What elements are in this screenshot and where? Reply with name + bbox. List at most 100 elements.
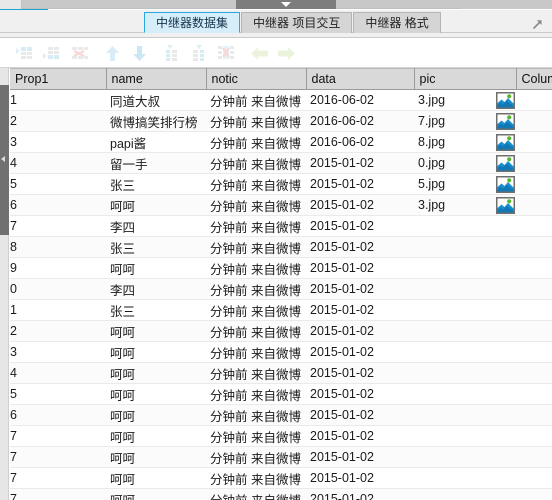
cell-data[interactable]: 2015-01-02 xyxy=(306,215,414,237)
cell-column6[interactable] xyxy=(516,173,552,195)
cell-notic[interactable]: 分钟前 来自微博 xyxy=(206,131,306,153)
cell-data[interactable]: 2016-06-02 xyxy=(306,89,414,111)
cell-prop1[interactable]: 3 xyxy=(10,341,106,363)
table-row[interactable]: 4 留一手 分钟前 来自微博 2015-01-02 0.jpg xyxy=(10,152,552,174)
table-row[interactable]: 1 张三 分钟前 来自微博 2015-01-02 xyxy=(10,299,552,321)
cell-prop1[interactable]: 5 xyxy=(10,383,106,405)
image-thumbnail-icon[interactable] xyxy=(496,92,515,110)
cell-name[interactable]: 张三 xyxy=(106,299,206,321)
cell-name[interactable]: 同道大叔 xyxy=(106,89,206,111)
cell-column6[interactable] xyxy=(516,362,552,384)
cell-pic[interactable] xyxy=(414,488,516,500)
cell-notic[interactable]: 分钟前 来自微博 xyxy=(206,89,306,111)
cell-name[interactable]: 呵呵 xyxy=(106,257,206,279)
cell-column6[interactable] xyxy=(516,278,552,300)
cell-notic[interactable]: 分钟前 来自微博 xyxy=(206,467,306,489)
cell-name[interactable]: 呵呵 xyxy=(106,383,206,405)
insert-row-icon[interactable] xyxy=(40,42,64,64)
table-row[interactable]: 3 papi酱 分钟前 来自微博 2016-06-02 8.jpg xyxy=(10,131,552,153)
cell-prop1[interactable]: 7 xyxy=(10,446,106,468)
table-row[interactable]: 5 呵呵 分钟前 来自微博 2015-01-02 xyxy=(10,383,552,405)
cell-column6[interactable] xyxy=(516,194,552,216)
add-column-icon[interactable] xyxy=(160,42,184,64)
cell-data[interactable]: 2015-01-02 xyxy=(306,341,414,363)
cell-pic[interactable]: 3.jpg xyxy=(414,194,516,216)
cell-name[interactable]: 李四 xyxy=(106,215,206,237)
cell-column6[interactable] xyxy=(516,299,552,321)
cell-pic[interactable]: 3.jpg xyxy=(414,89,516,111)
cell-data[interactable]: 2015-01-02 xyxy=(306,425,414,447)
cell-notic[interactable]: 分钟前 来自微博 xyxy=(206,488,306,500)
move-column-right-icon[interactable] xyxy=(274,42,298,64)
cell-column6[interactable] xyxy=(516,320,552,342)
cell-notic[interactable]: 分钟前 来自微博 xyxy=(206,278,306,300)
image-thumbnail-icon[interactable] xyxy=(496,197,515,215)
cell-prop1[interactable]: 7 xyxy=(10,488,106,500)
cell-pic[interactable]: 8.jpg xyxy=(414,131,516,153)
insert-column-icon[interactable] xyxy=(187,42,211,64)
image-thumbnail-icon[interactable] xyxy=(496,113,515,131)
cell-name[interactable]: 呵呵 xyxy=(106,194,206,216)
cell-prop1[interactable]: 9 xyxy=(10,257,106,279)
table-row[interactable]: 7呵呵分钟前 来自微博2015-01-02 xyxy=(10,488,552,500)
cell-notic[interactable]: 分钟前 来自微博 xyxy=(206,341,306,363)
cell-pic[interactable] xyxy=(414,215,516,237)
cell-pic[interactable] xyxy=(414,362,516,384)
cell-data[interactable]: 2015-01-02 xyxy=(306,236,414,258)
table-row[interactable]: 8 张三 分钟前 来自微博 2015-01-02 xyxy=(10,236,552,258)
cell-notic[interactable]: 分钟前 来自微博 xyxy=(206,383,306,405)
cell-data[interactable]: 2016-06-02 xyxy=(306,110,414,132)
cell-name[interactable]: 张三 xyxy=(106,173,206,195)
cell-column6[interactable] xyxy=(516,488,552,500)
cell-data[interactable]: 2015-01-02 xyxy=(306,299,414,321)
vertical-scrollbar[interactable] xyxy=(0,68,9,500)
cell-pic[interactable] xyxy=(414,446,516,468)
cell-notic[interactable]: 分钟前 来自微博 xyxy=(206,299,306,321)
cell-data[interactable]: 2015-01-02 xyxy=(306,320,414,342)
cell-prop1[interactable]: 7 xyxy=(10,215,106,237)
move-row-up-icon[interactable] xyxy=(100,42,124,64)
cell-data[interactable]: 2015-01-02 xyxy=(306,467,414,489)
cell-column6[interactable] xyxy=(516,131,552,153)
cell-notic[interactable]: 分钟前 来自微博 xyxy=(206,446,306,468)
cell-name[interactable]: 呵呵 xyxy=(106,425,206,447)
cell-pic[interactable] xyxy=(414,404,516,426)
table-row[interactable]: 2 微博搞笑排行榜 分钟前 来自微博 2016-06-02 7.jpg xyxy=(10,110,552,132)
repeater-dataset-table-container[interactable]: Prop1 name notic data pic Colum 1同道大叔分钟前… xyxy=(10,68,552,500)
cell-data[interactable]: 2015-01-02 xyxy=(306,152,414,174)
cell-prop1[interactable]: 8 xyxy=(10,236,106,258)
table-row[interactable]: 7呵呵分钟前 来自微博2015-01-02 xyxy=(10,425,552,447)
cell-pic[interactable] xyxy=(414,257,516,279)
cell-name[interactable]: 呵呵 xyxy=(106,488,206,500)
cell-column6[interactable] xyxy=(516,215,552,237)
cell-prop1[interactable]: 5 xyxy=(10,173,106,195)
cell-notic[interactable]: 分钟前 来自微博 xyxy=(206,320,306,342)
cell-column6[interactable] xyxy=(516,404,552,426)
cell-column6[interactable] xyxy=(516,110,552,132)
cell-notic[interactable]: 分钟前 来自微博 xyxy=(206,257,306,279)
cell-column6[interactable] xyxy=(516,383,552,405)
cell-column6[interactable] xyxy=(516,425,552,447)
cell-prop1[interactable]: 1 xyxy=(10,89,106,111)
cell-column6[interactable] xyxy=(516,152,552,174)
cell-name[interactable]: 呵呵 xyxy=(106,446,206,468)
cell-name[interactable]: 留一手 xyxy=(106,152,206,174)
cell-name[interactable]: 呵呵 xyxy=(106,341,206,363)
cell-notic[interactable]: 分钟前 来自微博 xyxy=(206,194,306,216)
cell-prop1[interactable]: 6 xyxy=(10,404,106,426)
cell-notic[interactable]: 分钟前 来自微博 xyxy=(206,236,306,258)
cell-name[interactable]: 微博搞笑排行榜 xyxy=(106,110,206,132)
move-column-left-icon[interactable] xyxy=(247,42,271,64)
cell-column6[interactable] xyxy=(516,341,552,363)
cell-column6[interactable] xyxy=(516,89,552,111)
add-row-icon[interactable] xyxy=(13,42,37,64)
cell-data[interactable]: 2015-01-02 xyxy=(306,278,414,300)
tab-repeater-interactions[interactable]: 中继器 项目交互 xyxy=(241,12,353,33)
column-header-name[interactable]: name xyxy=(106,68,207,90)
table-row[interactable]: 2 呵呵 分钟前 来自微博 2015-01-02 xyxy=(10,320,552,342)
table-row[interactable]: 7 李四 分钟前 来自微博 2015-01-02 xyxy=(10,215,552,237)
cell-name[interactable]: papi酱 xyxy=(106,131,206,153)
cell-pic[interactable] xyxy=(414,299,516,321)
column-header-pic[interactable]: pic xyxy=(414,68,517,90)
table-row[interactable]: 9 呵呵 分钟前 来自微博 2015-01-02 xyxy=(10,257,552,279)
